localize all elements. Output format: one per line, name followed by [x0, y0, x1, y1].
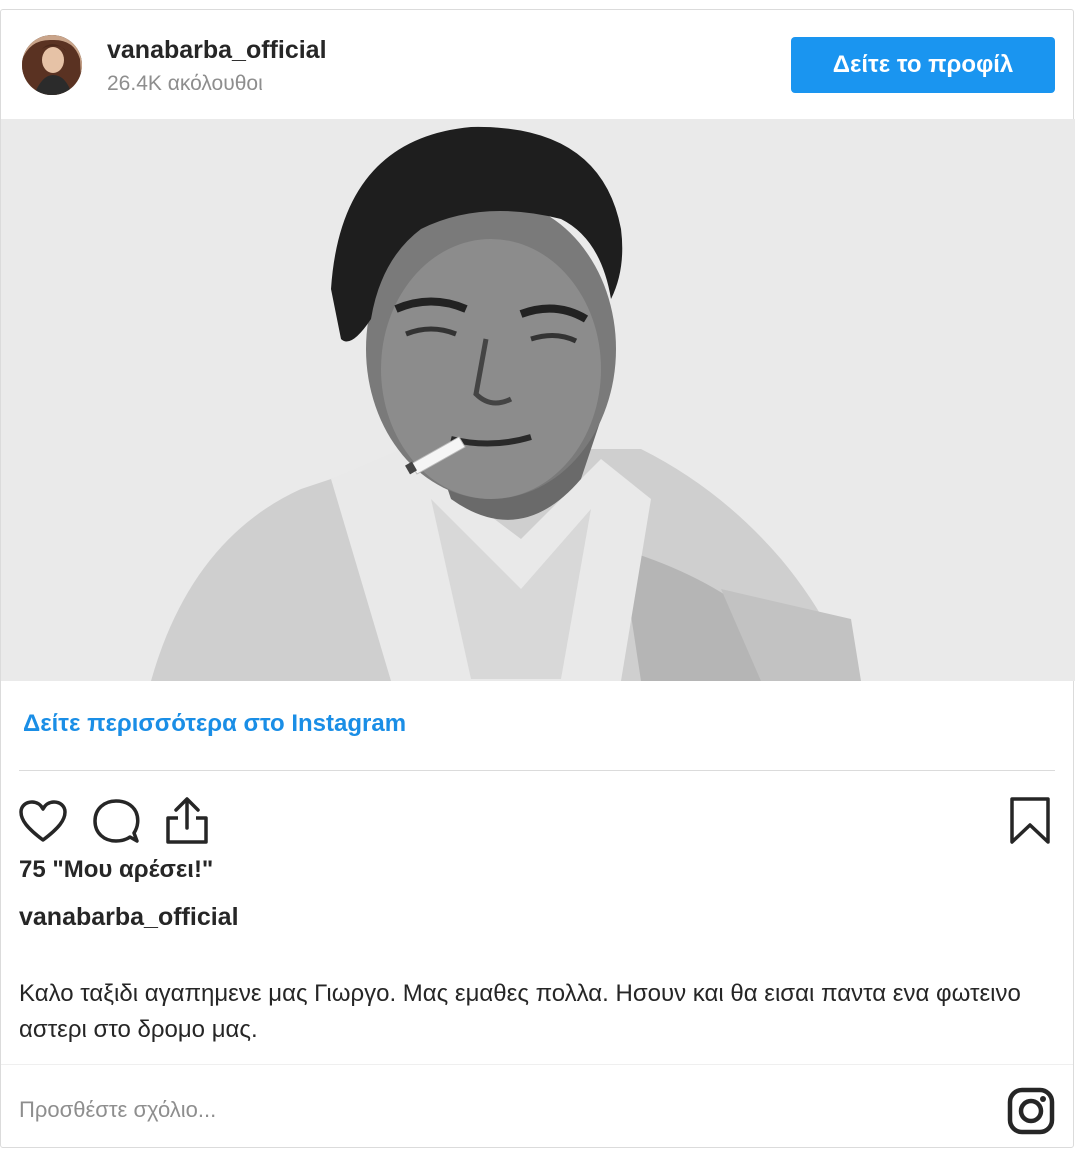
header-username[interactable]: vanabarba_official	[107, 36, 327, 65]
bookmark-icon[interactable]	[1009, 796, 1051, 851]
followers-count: 26.4K ακόλουθοι	[107, 72, 263, 95]
view-profile-button[interactable]: Δείτε το προφίλ	[791, 37, 1055, 93]
see-more-on-instagram-link[interactable]: Δείτε περισσότερα στο Instagram	[23, 710, 406, 738]
comment-icon[interactable]	[92, 799, 140, 850]
comment-input[interactable]	[19, 1090, 919, 1130]
likes-count[interactable]: 75 "Μου αρέσει!"	[19, 856, 213, 884]
avatar[interactable]	[22, 35, 82, 95]
share-icon[interactable]	[164, 796, 210, 851]
caption-username[interactable]: vanabarba_official	[19, 903, 239, 932]
heart-icon[interactable]	[19, 800, 67, 849]
post-caption: Καλο ταξιδι αγαπημενε μας Γιωργο. Μας εμ…	[19, 980, 1021, 1043]
post-photo[interactable]	[1, 119, 1075, 681]
post-header: vanabarba_official 26.4K ακόλουθοι Δείτε…	[1, 10, 1073, 120]
divider	[1, 1064, 1073, 1065]
instagram-embed-card: vanabarba_official 26.4K ακόλουθοι Δείτε…	[0, 9, 1075, 1148]
action-bar	[1, 785, 1073, 845]
divider	[19, 770, 1055, 771]
instagram-icon[interactable]	[1007, 1087, 1055, 1140]
